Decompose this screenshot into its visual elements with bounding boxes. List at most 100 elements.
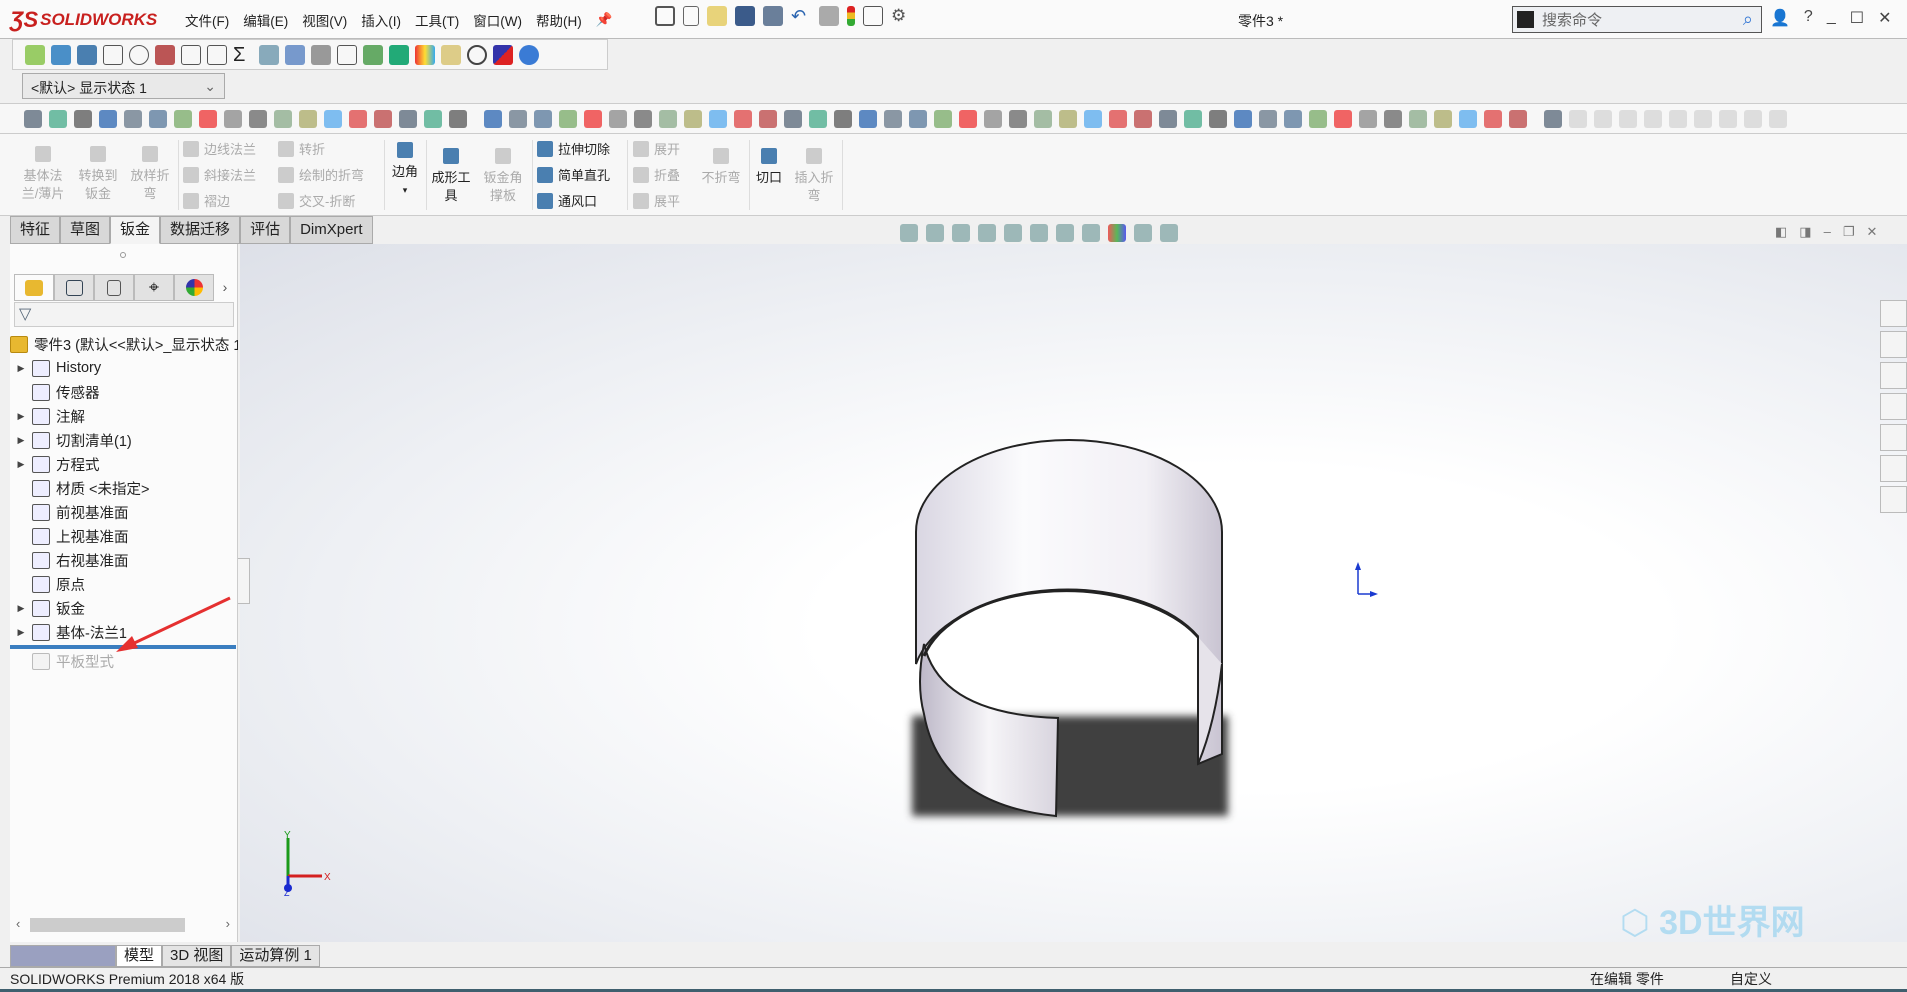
toolbar-tool-icon[interactable] [1544, 109, 1562, 128]
tree-item[interactable]: 材质 <未指定> [10, 476, 238, 500]
section-properties-icon[interactable] [103, 44, 123, 65]
toolbar-tool-icon[interactable] [759, 109, 777, 128]
toolbar-tool-icon[interactable] [1009, 109, 1027, 128]
tree-item[interactable]: 原点 [10, 572, 238, 596]
spell-check-icon[interactable] [25, 44, 45, 65]
edge-flange-button[interactable]: 边线法兰 [183, 139, 256, 158]
menu-window[interactable]: 窗口(W) [473, 10, 522, 30]
tab-nav-arrows[interactable] [10, 945, 116, 967]
toolbar-tool-icon[interactable] [24, 109, 42, 128]
tree-item[interactable]: ▶ 方程式 [10, 452, 238, 476]
panel-grip[interactable] [120, 252, 126, 258]
toolbar-tool-icon[interactable] [884, 109, 902, 128]
gusset-button[interactable]: 钣金角 撑板 [478, 148, 528, 205]
view-settings-icon[interactable] [1160, 224, 1178, 242]
help-button[interactable]: ? [1804, 8, 1813, 28]
file-properties-icon[interactable] [863, 6, 883, 26]
fold-button[interactable]: 折叠 [633, 165, 680, 184]
toolbar-tool-icon[interactable] [959, 109, 977, 128]
toolbar-tool-icon[interactable] [1719, 109, 1737, 128]
excel-icon[interactable] [389, 44, 409, 65]
sketched-bend-button[interactable]: 绘制的折弯 [278, 165, 364, 184]
toolbar-tool-icon[interactable] [1209, 109, 1227, 128]
toolbar-tool-icon[interactable] [1409, 109, 1427, 128]
expand-arrow-icon[interactable]: ▶ [10, 627, 32, 638]
toolbar-tool-icon[interactable] [1484, 109, 1502, 128]
viewport-restore-icon[interactable]: ❐ [1843, 224, 1855, 240]
scroll-right-icon[interactable]: › [226, 916, 230, 931]
toolbar-tool-icon[interactable] [859, 109, 877, 128]
property-manager-tab[interactable] [54, 274, 94, 301]
chevron-right-icon[interactable]: › [214, 274, 236, 301]
corners-button[interactable]: 边角 ▾ [388, 142, 422, 199]
graphics-area[interactable]: Y X Z [240, 244, 1907, 942]
toolbar-tool-icon[interactable] [1234, 109, 1252, 128]
toolbar-tool-icon[interactable] [399, 109, 417, 128]
solidworks-resources-tab[interactable] [1880, 300, 1907, 327]
solidworks-logo[interactable]: ƷS SOLIDWORKS [10, 3, 165, 36]
toolbar-tool-icon[interactable] [934, 109, 952, 128]
pin-icon[interactable]: 📌 [596, 12, 613, 28]
appearances-tab[interactable] [1880, 424, 1907, 451]
toolbar-tool-icon[interactable] [584, 109, 602, 128]
zoom-to-area-icon[interactable] [926, 224, 944, 242]
section-view-icon[interactable] [978, 224, 996, 242]
toolbar-tool-icon[interactable] [1769, 109, 1787, 128]
toolbar-tool-icon[interactable] [1594, 109, 1612, 128]
tab-3d-view[interactable]: 3D 视图 [162, 945, 232, 967]
rebuild-icon[interactable] [847, 6, 855, 26]
tree-filter-input[interactable]: ▽ [14, 302, 234, 327]
simple-hole-button[interactable]: 简单直孔 [537, 165, 610, 184]
toolbar-tool-icon[interactable] [534, 109, 552, 128]
scroll-left-icon[interactable]: ‹ [16, 916, 20, 931]
costing-icon[interactable] [363, 44, 383, 65]
toolbar-tool-icon[interactable] [1359, 109, 1377, 128]
performance-icon[interactable] [155, 44, 175, 65]
rip-button[interactable]: 切口 [752, 148, 786, 187]
panel-splitter-handle[interactable] [238, 558, 250, 604]
zoom-to-fit-icon[interactable] [900, 224, 918, 242]
convert-to-sheet-metal-button[interactable]: 转换到 钣金 [73, 146, 123, 203]
toolbar-tool-icon[interactable] [449, 109, 467, 128]
toolbar-tool-icon[interactable] [984, 109, 1002, 128]
toolbar-tool-icon[interactable] [1059, 109, 1077, 128]
measure-icon[interactable] [51, 44, 71, 65]
tree-item[interactable]: 传感器 [10, 380, 238, 404]
zebra-icon[interactable] [415, 44, 435, 65]
apply-scene-icon[interactable] [1134, 224, 1152, 242]
tab-motion-study[interactable]: 运动算例 1 [231, 945, 320, 967]
jog-button[interactable]: 转折 [278, 139, 325, 158]
toolbar-tool-icon[interactable] [224, 109, 242, 128]
toolbar-tool-icon[interactable] [1619, 109, 1637, 128]
tree-item[interactable]: ▶ 注解 [10, 404, 238, 428]
toolbar-tool-icon[interactable] [1034, 109, 1052, 128]
print-icon[interactable] [763, 6, 783, 26]
tab-sheet-metal[interactable]: 钣金 [110, 216, 161, 244]
scrollbar-thumb[interactable] [30, 918, 185, 932]
edit-appearance-icon[interactable] [1108, 224, 1126, 242]
menu-insert[interactable]: 插入(I) [361, 10, 401, 30]
status-units[interactable]: 自定义 [1730, 969, 1772, 989]
viewport-collapse-icon[interactable]: ◧ [1775, 224, 1787, 240]
toolbar-tool-icon[interactable] [74, 109, 92, 128]
toolbar-tool-icon[interactable] [734, 109, 752, 128]
lofted-bend-button[interactable]: 放样折 弯 [125, 146, 175, 203]
toolbar-tool-icon[interactable] [809, 109, 827, 128]
user-icon[interactable]: 👤 [1770, 8, 1790, 28]
compare-icon[interactable] [337, 44, 357, 65]
toolbar-tool-icon[interactable] [249, 109, 267, 128]
toolbar-tool-icon[interactable] [99, 109, 117, 128]
view-palette-tab[interactable] [1880, 393, 1907, 420]
feature-manager-tab[interactable] [14, 274, 54, 301]
toolbar-tool-icon[interactable] [1084, 109, 1102, 128]
menu-tools[interactable]: 工具(T) [415, 10, 459, 30]
maximize-button[interactable]: ☐ [1850, 8, 1864, 28]
hem-button[interactable]: 褶边 [183, 191, 230, 210]
toolbar-tool-icon[interactable] [659, 109, 677, 128]
toolbar-tool-icon[interactable] [1334, 109, 1352, 128]
flatten-button[interactable]: 展平 [633, 191, 680, 210]
toolbar-tool-icon[interactable] [834, 109, 852, 128]
extruded-cut-button[interactable]: 拉伸切除 [537, 139, 610, 158]
tree-root-part[interactable]: 零件3 (默认<<默认>_显示状态 1>) [10, 332, 238, 356]
toolbar-tool-icon[interactable] [1134, 109, 1152, 128]
